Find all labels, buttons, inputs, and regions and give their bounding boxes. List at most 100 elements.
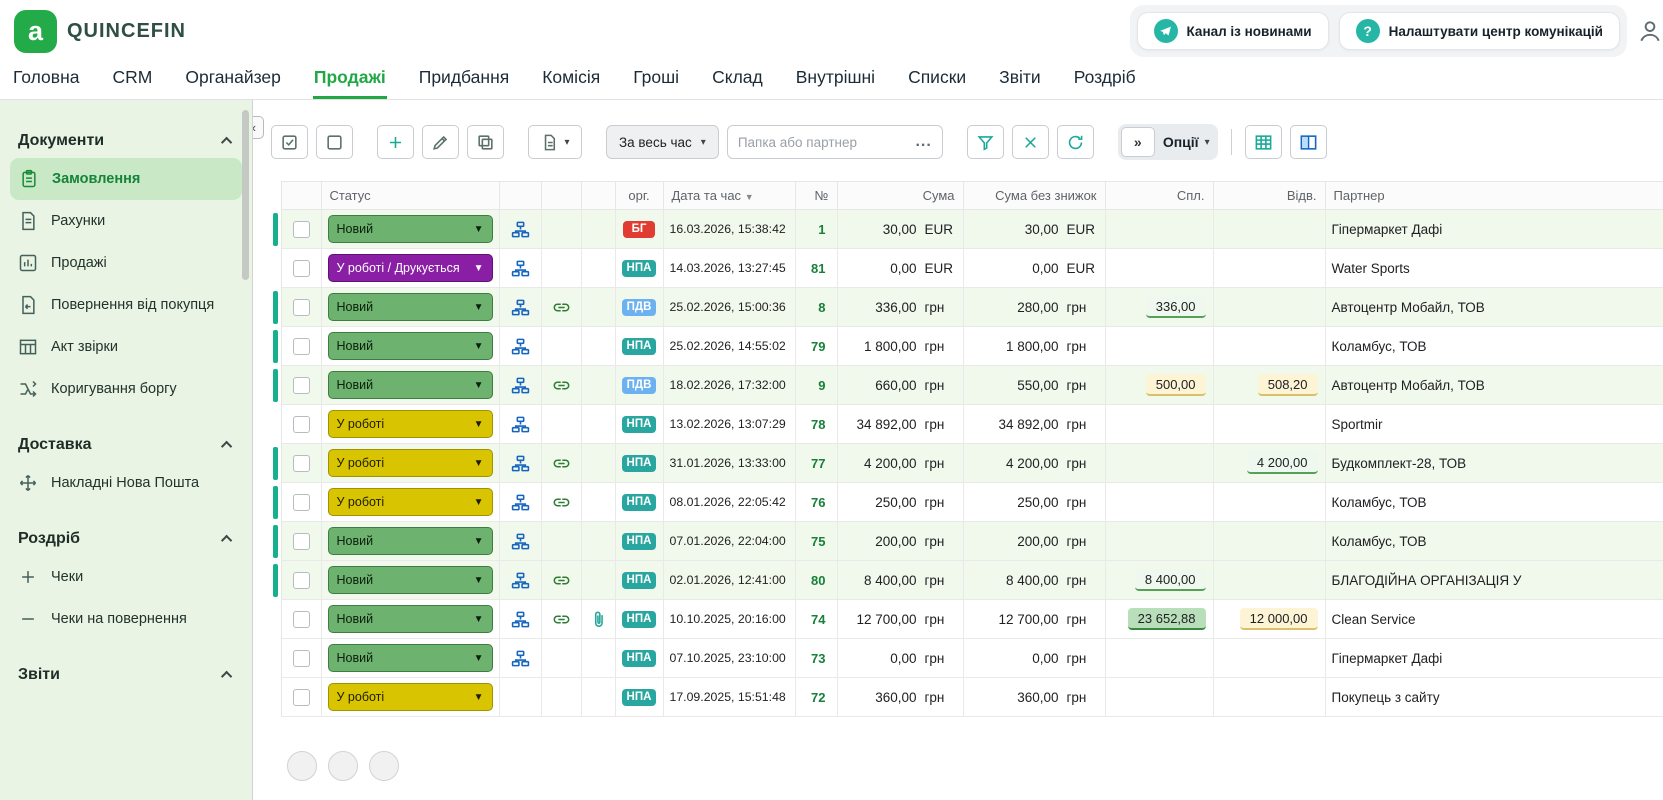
pagination-button[interactable] — [369, 751, 399, 781]
tab-Роздріб[interactable]: Роздріб — [1073, 67, 1137, 99]
sidebar-item[interactable]: Коригування боргу — [0, 368, 252, 410]
sidebar-scrollbar-thumb[interactable] — [242, 110, 249, 280]
row-checkbox[interactable] — [292, 220, 310, 238]
sidebar-item[interactable]: Замовлення — [10, 158, 242, 200]
paperclip-icon[interactable] — [581, 677, 616, 717]
org-structure-icon[interactable] — [499, 521, 542, 561]
more-filters-button[interactable]: ... — [907, 133, 931, 151]
column-header-sum[interactable]: Сума — [836, 181, 964, 210]
column-header-partner[interactable]: Партнер — [1324, 181, 1663, 210]
sidebar-section-header[interactable]: Доставка — [0, 428, 252, 462]
row-checkbox[interactable] — [292, 532, 310, 550]
table-row[interactable]: Новий ▼ ПДВ 25.02.2026, 15:00:36 8 336,0… — [271, 287, 1663, 327]
column-header-sum-no-discount[interactable]: Сума без знижок — [962, 181, 1106, 210]
status-dropdown[interactable]: У роботі / Друкується ▼ — [327, 254, 493, 282]
column-header-status[interactable]: Статус — [320, 181, 500, 210]
paperclip-icon[interactable] — [581, 521, 616, 561]
tab-CRM[interactable]: CRM — [112, 67, 154, 99]
pagination-button[interactable] — [328, 751, 358, 781]
paperclip-icon[interactable] — [581, 365, 616, 405]
paperclip-icon[interactable] — [581, 482, 616, 522]
tab-Списки[interactable]: Списки — [907, 67, 967, 99]
tab-Комісія[interactable]: Комісія — [541, 67, 601, 99]
row-checkbox[interactable] — [292, 649, 310, 667]
table-row[interactable]: Новий ▼ НПА 10.10.2025, 20:16:00 74 12 7… — [271, 599, 1663, 639]
link-icon[interactable] — [541, 599, 582, 639]
link-icon[interactable] — [541, 677, 582, 717]
tab-Склад[interactable]: Склад — [711, 67, 764, 99]
paperclip-icon[interactable] — [581, 599, 616, 639]
tab-Головна[interactable]: Головна — [12, 67, 81, 99]
edit-button[interactable] — [422, 125, 459, 159]
org-structure-icon[interactable] — [499, 287, 542, 327]
link-icon[interactable] — [541, 365, 582, 405]
table-row[interactable]: У роботі ▼ НПА 08.01.2026, 22:05:42 76 2… — [271, 482, 1663, 522]
link-icon[interactable] — [541, 404, 582, 444]
pagination-button[interactable] — [287, 751, 317, 781]
column-header-org[interactable]: орг. — [614, 181, 664, 210]
table-row[interactable]: У роботі ▼ НПА 31.01.2026, 13:33:00 77 4… — [271, 443, 1663, 483]
row-checkbox[interactable] — [292, 337, 310, 355]
table-row[interactable]: Новий ▼ ПДВ 18.02.2026, 17:32:00 9 660,0… — [271, 365, 1663, 405]
brand-logo-area[interactable]: a QUINCEFIN — [14, 9, 186, 53]
paperclip-icon[interactable] — [581, 326, 616, 366]
table-row[interactable]: У роботі / Друкується ▼ НПА 14.03.2026, … — [271, 248, 1663, 288]
row-checkbox[interactable] — [292, 571, 310, 589]
news-channel-button[interactable]: Канал із новинами — [1136, 12, 1329, 50]
org-structure-icon[interactable] — [499, 599, 542, 639]
copy-button[interactable] — [467, 125, 504, 159]
sidebar-section-header[interactable]: Роздріб — [0, 522, 252, 556]
sidebar-item[interactable]: Чеки — [0, 556, 252, 598]
table-row[interactable]: Новий ▼ НПА 07.01.2026, 22:04:00 75 200,… — [271, 521, 1663, 561]
row-checkbox[interactable] — [292, 298, 310, 316]
org-structure-icon[interactable] — [499, 677, 542, 717]
status-dropdown[interactable]: Новий ▼ — [327, 644, 493, 672]
column-header-datetime[interactable]: Дата та час ▼ — [662, 181, 796, 210]
options-dropdown[interactable]: Опції ▾ — [1163, 134, 1210, 150]
period-filter-dropdown[interactable]: За весь час ▾ — [606, 125, 719, 159]
row-checkbox[interactable] — [292, 415, 310, 433]
add-button[interactable] — [377, 125, 414, 159]
org-structure-icon[interactable] — [499, 365, 542, 405]
row-checkbox[interactable] — [292, 688, 310, 706]
sidebar-section-header[interactable]: Документи — [0, 124, 252, 158]
tab-Органайзер[interactable]: Органайзер — [184, 67, 282, 99]
org-structure-icon[interactable] — [499, 638, 542, 678]
row-checkbox[interactable] — [292, 376, 310, 394]
table-row[interactable]: Новий ▼ НПА 02.01.2026, 12:41:00 80 8 40… — [271, 560, 1663, 600]
status-dropdown[interactable]: Новий ▼ — [327, 605, 493, 633]
status-dropdown[interactable]: У роботі ▼ — [327, 683, 493, 711]
paperclip-icon[interactable] — [581, 638, 616, 678]
sidebar-item[interactable]: Чеки на повернення — [0, 598, 252, 640]
refresh-button[interactable] — [1056, 125, 1094, 159]
status-dropdown[interactable]: Новий ▼ — [327, 332, 493, 360]
tab-Внутрішні[interactable]: Внутрішні — [795, 67, 876, 99]
link-icon[interactable] — [541, 443, 582, 483]
paperclip-icon[interactable] — [581, 248, 616, 288]
tab-Гроші[interactable]: Гроші — [632, 67, 680, 99]
paperclip-icon[interactable] — [581, 560, 616, 600]
expand-panel-button[interactable]: » — [1120, 127, 1155, 157]
status-dropdown[interactable]: У роботі ▼ — [327, 449, 493, 477]
sidebar-section-header[interactable]: Звіти — [0, 658, 252, 692]
paperclip-icon[interactable] — [581, 443, 616, 483]
tab-Придбання[interactable]: Придбання — [418, 67, 510, 99]
status-dropdown[interactable]: Новий ▼ — [327, 215, 493, 243]
link-icon[interactable] — [541, 209, 582, 249]
status-dropdown[interactable]: Новий ▼ — [327, 293, 493, 321]
status-dropdown[interactable]: У роботі ▼ — [327, 410, 493, 438]
paperclip-icon[interactable] — [581, 287, 616, 327]
folder-partner-input[interactable] — [737, 134, 908, 150]
link-icon[interactable] — [541, 638, 582, 678]
link-icon[interactable] — [541, 482, 582, 522]
column-header-shipped[interactable]: Відв. — [1212, 181, 1326, 210]
clear-filter-button[interactable] — [1011, 125, 1049, 159]
sidebar-collapse-button[interactable]: « — [253, 116, 264, 139]
filter-button[interactable] — [966, 125, 1004, 159]
column-header-number[interactable]: № — [794, 181, 838, 210]
table-row[interactable]: У роботі ▼ НПА 17.09.2025, 15:51:48 72 3… — [271, 677, 1663, 717]
sidebar-item[interactable]: Рахунки — [0, 200, 252, 242]
table-row[interactable]: Новий ▼ НПА 07.10.2025, 23:10:00 73 0,00… — [271, 638, 1663, 678]
link-icon[interactable] — [541, 326, 582, 366]
sidebar-item[interactable]: Накладні Нова Пошта — [0, 462, 252, 504]
